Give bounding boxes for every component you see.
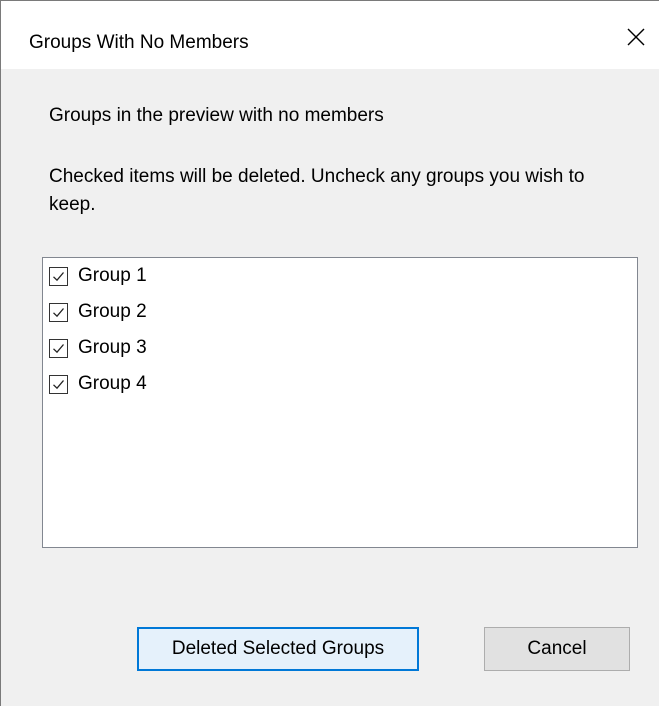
title-bar: Groups With No Members: [1, 1, 659, 69]
close-button[interactable]: [613, 15, 659, 59]
window-title: Groups With No Members: [29, 32, 249, 53]
instructions-text: Checked items will be deleted. Uncheck a…: [49, 166, 585, 215]
list-item-group-2[interactable]: Group 2: [49, 297, 147, 327]
checkmark-icon: [53, 307, 64, 317]
close-icon: [626, 27, 646, 47]
list-item-label: Group 1: [78, 265, 147, 286]
list-item-label: Group 3: [78, 337, 147, 358]
delete-selected-groups-button[interactable]: Deleted Selected Groups: [137, 627, 419, 671]
checkbox[interactable]: [49, 374, 68, 394]
list-item-group-1[interactable]: Group 1: [49, 261, 147, 291]
checkmark-icon: [53, 343, 64, 353]
checkbox[interactable]: [49, 338, 68, 358]
list-item-label: Group 2: [78, 301, 147, 322]
cancel-button[interactable]: Cancel: [484, 627, 630, 671]
dialog-window: Groups With No Members Groups in the pre…: [0, 0, 659, 706]
checkmark-icon: [53, 379, 64, 389]
checkbox[interactable]: [49, 302, 68, 322]
group-checklist[interactable]: Group 1 Group 2 Group 3 Group 4: [42, 257, 638, 548]
list-item-group-3[interactable]: Group 3: [49, 333, 147, 363]
checkmark-icon: [53, 271, 64, 281]
dialog-heading: Groups in the preview with no members: [49, 105, 384, 126]
list-item-label: Group 4: [78, 373, 147, 394]
list-item-group-4[interactable]: Group 4: [49, 369, 147, 399]
dialog-body: Groups in the preview with no members Ch…: [1, 69, 659, 706]
checkbox[interactable]: [49, 266, 68, 286]
